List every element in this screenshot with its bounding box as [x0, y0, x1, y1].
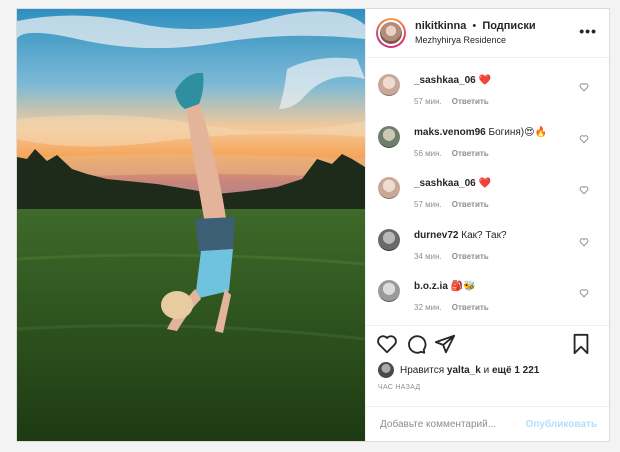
reply-button[interactable]: Ответить	[452, 252, 489, 261]
comment-icon[interactable]	[405, 333, 427, 355]
liker-username[interactable]: yalta_k	[447, 365, 481, 376]
comment-time[interactable]: 34 мин.	[414, 252, 442, 261]
reply-button[interactable]: Ответить	[452, 149, 489, 158]
likes-summary: Нравится yalta_k и ещё 1 221	[366, 362, 609, 378]
author-username[interactable]: nikitkinna	[415, 20, 466, 32]
comment-item: durnev72 Как? Так? 34 мин. Ответить	[378, 217, 597, 269]
liker-avatar[interactable]	[378, 362, 394, 378]
post-timestamp[interactable]: ЧАС НАЗАД	[366, 378, 609, 406]
comment-item: _sashkaa_06 ❤️ 57 мин. Ответить	[378, 165, 597, 217]
comment-input[interactable]	[378, 417, 526, 431]
comment-item: maks.venom96 Богиня)😍🔥 56 мин. Ответить	[378, 114, 597, 166]
likes-count[interactable]: ещё 1 221	[492, 365, 539, 376]
more-options-icon[interactable]: •••	[579, 24, 597, 38]
commenter-username[interactable]: _sashkaa_06	[414, 178, 476, 189]
commenter-avatar[interactable]	[378, 74, 400, 96]
post-photo[interactable]	[17, 9, 365, 441]
comment-text: ❤️	[478, 75, 491, 86]
comment-time[interactable]: 32 мин.	[414, 303, 442, 312]
reply-button[interactable]: Ответить	[452, 97, 489, 106]
publish-button[interactable]: Опубликовать	[526, 419, 597, 430]
comment-like-heart-icon[interactable]	[579, 185, 589, 195]
commenter-avatar[interactable]	[378, 177, 400, 199]
comment-like-heart-icon[interactable]	[579, 134, 589, 144]
following-button[interactable]: Подписки	[482, 20, 535, 32]
comment-text: ❤️	[478, 178, 491, 189]
post-image	[17, 9, 365, 441]
bookmark-icon[interactable]	[570, 333, 592, 355]
action-bar	[366, 325, 609, 362]
likes-and: и	[483, 364, 490, 376]
author-info: nikitkinna • Подписки Mezhyhirya Residen…	[415, 19, 536, 47]
comment-text: Как? Так?	[461, 229, 507, 241]
post-card: nikitkinna • Подписки Mezhyhirya Residen…	[16, 8, 610, 442]
reply-button[interactable]: Ответить	[452, 200, 489, 209]
comment-time[interactable]: 56 мин.	[414, 149, 442, 158]
likes-prefix: Нравится	[400, 364, 445, 376]
comment-like-heart-icon[interactable]	[579, 288, 589, 298]
commenter-username[interactable]: b.o.z.ia	[414, 281, 448, 292]
location-link[interactable]: Mezhyhirya Residence	[415, 33, 536, 47]
separator-dot: •	[472, 20, 477, 32]
author-avatar[interactable]	[376, 18, 406, 48]
comments-list: _sashkaa_06 ❤️ 57 мин. Ответить maks.veno…	[366, 58, 609, 325]
comment-text: 🎒🐝	[450, 281, 476, 292]
comment-like-heart-icon[interactable]	[579, 82, 589, 92]
reply-button[interactable]: Ответить	[452, 303, 489, 312]
share-icon[interactable]	[434, 333, 456, 355]
comment-text: Богиня)😍🔥	[488, 126, 548, 138]
comment-time[interactable]: 57 мин.	[414, 97, 442, 106]
heart-icon[interactable]	[376, 333, 398, 355]
comment-item: _sashkaa_06 ❤️ 57 мин. Ответить	[378, 62, 597, 114]
post-header: nikitkinna • Подписки Mezhyhirya Residen…	[366, 9, 609, 58]
comment-like-heart-icon[interactable]	[579, 237, 589, 247]
add-comment-bar: Опубликовать	[366, 406, 609, 441]
commenter-avatar[interactable]	[378, 125, 400, 148]
commenter-avatar[interactable]	[378, 228, 400, 251]
commenter-username[interactable]: maks.venom96	[414, 127, 486, 138]
comment-item: b.o.z.ia 🎒🐝 32 мин. Ответить	[378, 268, 597, 320]
post-sidebar: nikitkinna • Подписки Mezhyhirya Residen…	[365, 9, 609, 441]
commenter-username[interactable]: durnev72	[414, 230, 458, 241]
commenter-avatar[interactable]	[378, 280, 400, 302]
commenter-username[interactable]: _sashkaa_06	[414, 75, 476, 86]
comment-time[interactable]: 57 мин.	[414, 200, 442, 209]
